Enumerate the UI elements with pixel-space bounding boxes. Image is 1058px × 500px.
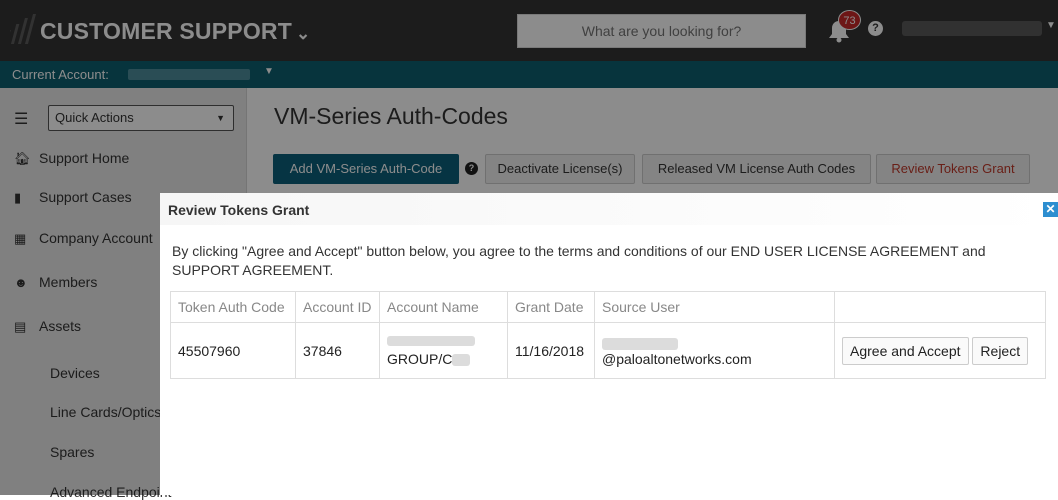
account-name-text: GROUP/C	[387, 350, 453, 367]
redacted-text	[602, 337, 678, 350]
redacted-text	[387, 335, 475, 346]
column-header: Account ID	[295, 291, 380, 323]
source-user-cell: @paloaltonetworks.com	[594, 322, 835, 379]
token-auth-code-cell: 45507960	[170, 322, 296, 379]
agreement-text: By clicking "Agree and Accept" button be…	[172, 243, 986, 278]
table-row: 45507960 37846 GROUP/C 11/16/2018 @paloa…	[170, 322, 1046, 379]
table-header-row: Token Auth Code Account ID Account Name …	[170, 291, 1046, 323]
account-name-cell: GROUP/C	[379, 322, 508, 379]
column-header: Account Name	[379, 291, 508, 323]
column-header: Source User	[594, 291, 835, 323]
grant-date-cell: 11/16/2018	[507, 322, 595, 379]
dialog-header: Review Tokens Grant ✕	[160, 193, 1058, 225]
agree-accept-button[interactable]: Agree and Accept	[842, 336, 969, 365]
column-header: Token Auth Code	[170, 291, 296, 323]
close-icon[interactable]: ✕	[1043, 202, 1058, 217]
actions-cell: Agree and Accept Reject	[834, 322, 1046, 379]
dialog-title: Review Tokens Grant	[168, 202, 310, 218]
source-user-text: @paloaltonetworks.com	[602, 350, 752, 367]
account-id-cell: 37846	[295, 322, 380, 379]
review-tokens-dialog: Review Tokens Grant ✕ By clicking "Agree…	[160, 193, 1058, 495]
redacted-text	[452, 354, 471, 367]
tokens-table: Token Auth Code Account ID Account Name …	[170, 291, 1046, 379]
reject-button[interactable]: Reject	[972, 336, 1029, 365]
column-header	[834, 291, 1046, 323]
column-header: Grant Date	[507, 291, 595, 323]
